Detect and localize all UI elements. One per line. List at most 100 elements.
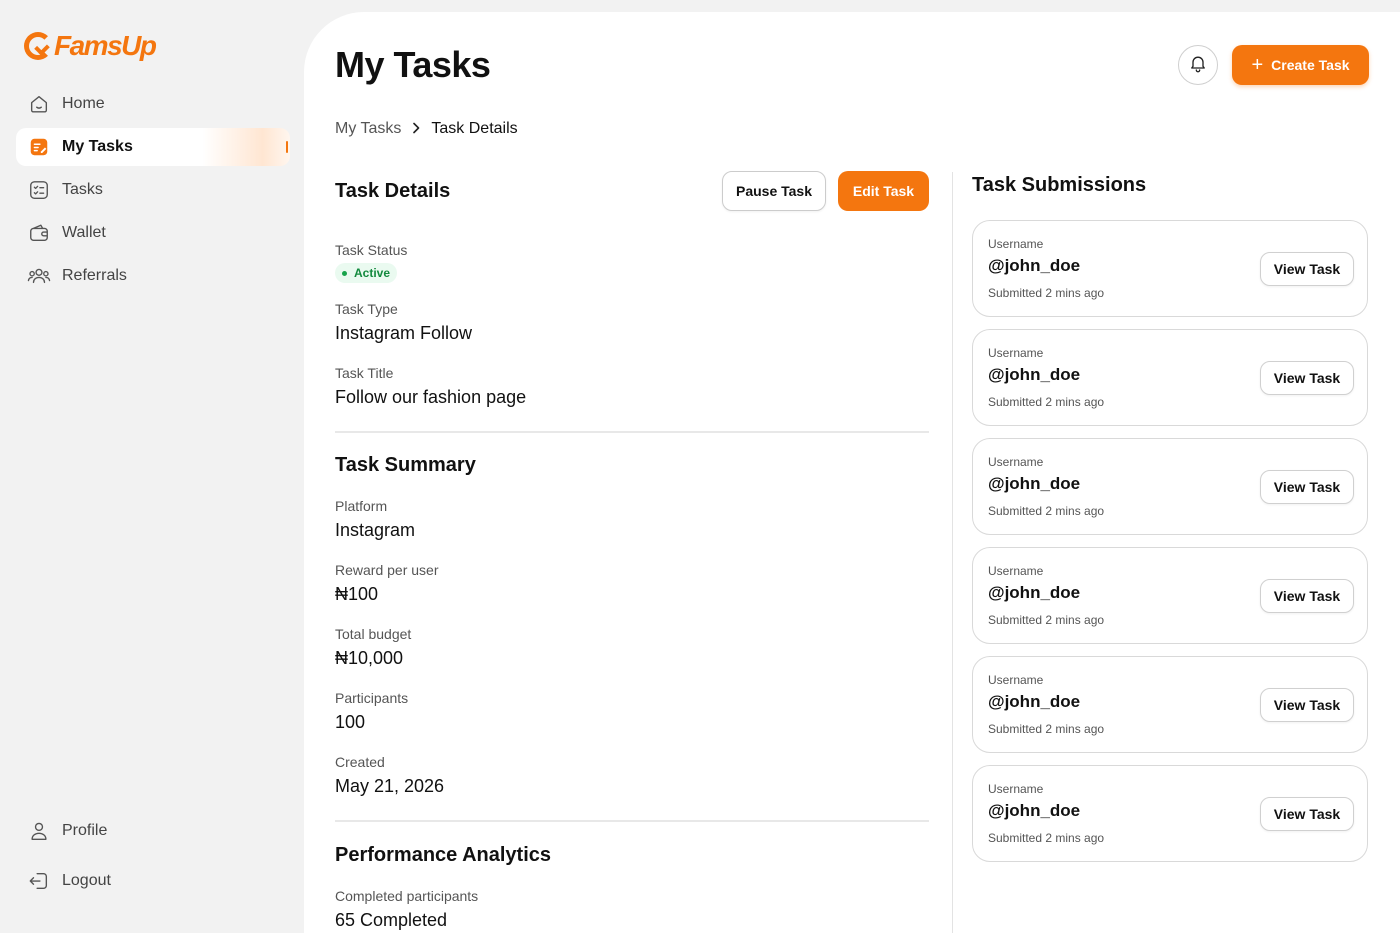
sidebar-item-label: Logout: [62, 872, 111, 889]
breadcrumb-current: Task Details: [431, 120, 518, 137]
submissions-title: Task Submissions: [972, 174, 1147, 196]
field-value: Instagram Follow: [335, 323, 473, 343]
task-actions: Pause Task Edit Task: [722, 171, 929, 211]
task-status-field: Task Status Active: [335, 242, 407, 283]
column-divider: [952, 172, 953, 933]
sidebar-item-label: Wallet: [62, 224, 106, 241]
edit-list-icon: [27, 135, 51, 159]
field-value: 100: [335, 712, 366, 732]
users-icon: [27, 264, 51, 288]
field-label: Task Status: [335, 242, 408, 258]
view-task-button[interactable]: View Task: [1260, 579, 1354, 613]
view-task-button[interactable]: View Task: [1260, 470, 1354, 504]
view-task-button[interactable]: View Task: [1260, 688, 1354, 722]
field-value: ₦100: [335, 584, 379, 604]
field-label: Task Type: [335, 301, 398, 317]
status-dot-icon: [342, 270, 347, 276]
sidebar-item-label: My Tasks: [62, 138, 133, 155]
breadcrumb: My Tasks Task Details: [335, 120, 518, 138]
logout-icon: [27, 869, 51, 893]
breadcrumb-parent[interactable]: My Tasks: [335, 120, 401, 138]
completed-field: Completed participants 65 Completed: [335, 888, 478, 931]
sidebar-item-referrals[interactable]: Referrals: [16, 257, 290, 295]
username-value: @john_doe: [988, 474, 1081, 493]
sidebar-item-label: Tasks: [62, 181, 103, 198]
submitted-time: Submitted 2 mins ago: [988, 395, 1105, 409]
sidebar-item-my-tasks[interactable]: My Tasks: [16, 128, 290, 166]
submission-card: Username @john_doe Submitted 2 mins ago …: [972, 547, 1368, 644]
status-badge: Active: [335, 263, 398, 283]
submitted-time: Submitted 2 mins ago: [988, 722, 1105, 736]
submission-card: Username @john_doe Submitted 2 mins ago …: [972, 220, 1368, 317]
field-label: Reward per user: [335, 562, 439, 578]
checklist-icon: [27, 178, 51, 202]
sidebar: FamsUp Home My Tasks Tasks Wallet Referr…: [0, 0, 304, 933]
username-value: @john_doe: [988, 692, 1081, 711]
username-label: Username: [988, 346, 1044, 360]
create-task-label: Create Task: [1271, 57, 1350, 73]
page-title: My Tasks: [335, 44, 491, 85]
username-value: @john_doe: [988, 365, 1081, 384]
edit-task-button[interactable]: Edit Task: [838, 171, 929, 211]
field-label: Created: [335, 754, 385, 770]
field-value: Instagram: [335, 520, 416, 540]
sidebar-item-home[interactable]: Home: [16, 85, 290, 123]
wallet-icon: [27, 221, 51, 245]
username-value: @john_doe: [988, 583, 1081, 602]
performance-title: Performance Analytics: [335, 844, 552, 866]
submission-card: Username @john_doe Submitted 2 mins ago …: [972, 438, 1368, 535]
created-field: Created May 21, 2026: [335, 754, 444, 797]
sidebar-item-label: Profile: [62, 822, 108, 839]
bell-icon: [1188, 53, 1208, 78]
sidebar-item-wallet[interactable]: Wallet: [16, 214, 290, 252]
create-task-button[interactable]: + Create Task: [1232, 45, 1369, 85]
submission-card: Username @john_doe Submitted 2 mins ago …: [972, 656, 1368, 753]
field-value: ₦10,000: [335, 648, 404, 668]
username-label: Username: [988, 673, 1044, 687]
pause-task-button[interactable]: Pause Task: [722, 171, 826, 211]
task-summary-title: Task Summary: [335, 454, 476, 476]
main-panel: My Tasks + Create Task My Tasks Task Det…: [304, 12, 1400, 933]
reward-field: Reward per user ₦100: [335, 562, 439, 605]
account-nav: Profile Logout: [16, 812, 290, 912]
platform-field: Platform Instagram: [335, 498, 415, 541]
divider: [335, 820, 929, 822]
sidebar-item-logout[interactable]: Logout: [16, 862, 290, 900]
notification-button[interactable]: [1178, 45, 1218, 85]
username-label: Username: [988, 455, 1044, 469]
sidebar-item-tasks[interactable]: Tasks: [16, 171, 290, 209]
logo-text: FamsUp: [54, 30, 157, 61]
field-value: Follow our fashion page: [335, 387, 527, 407]
view-task-button[interactable]: View Task: [1260, 361, 1354, 395]
main-nav: Home My Tasks Tasks Wallet Referrals: [16, 85, 290, 300]
submitted-time: Submitted 2 mins ago: [988, 613, 1105, 627]
username-value: @john_doe: [988, 256, 1081, 275]
submitted-time: Submitted 2 mins ago: [988, 504, 1105, 518]
logo-mark-icon: [24, 32, 52, 60]
field-label: Platform: [335, 498, 388, 514]
field-label: Task Title: [335, 365, 394, 381]
divider: [335, 431, 929, 433]
submission-card: Username @john_doe Submitted 2 mins ago …: [972, 765, 1368, 862]
participants-field: Participants 100: [335, 690, 408, 733]
brand-logo[interactable]: FamsUp: [24, 30, 157, 62]
budget-field: Total budget ₦10,000: [335, 626, 411, 669]
home-icon: [27, 92, 51, 116]
username-label: Username: [988, 237, 1044, 251]
sidebar-item-label: Home: [62, 95, 105, 112]
task-type-field: Task Type Instagram Follow: [335, 301, 472, 344]
submitted-time: Submitted 2 mins ago: [988, 286, 1105, 300]
field-label: Completed participants: [335, 888, 479, 904]
task-details-header: Task Details Pause Task Edit Task: [335, 170, 929, 212]
username-label: Username: [988, 782, 1044, 796]
status-value: Active: [354, 266, 391, 280]
username-label: Username: [988, 564, 1044, 578]
submitted-time: Submitted 2 mins ago: [988, 831, 1105, 845]
field-value: May 21, 2026: [335, 776, 445, 796]
view-task-button[interactable]: View Task: [1260, 252, 1354, 286]
view-task-button[interactable]: View Task: [1260, 797, 1354, 831]
chevron-right-icon: [411, 121, 421, 138]
username-value: @john_doe: [988, 801, 1081, 820]
sidebar-item-profile[interactable]: Profile: [16, 812, 290, 850]
plus-icon: +: [1251, 54, 1264, 76]
